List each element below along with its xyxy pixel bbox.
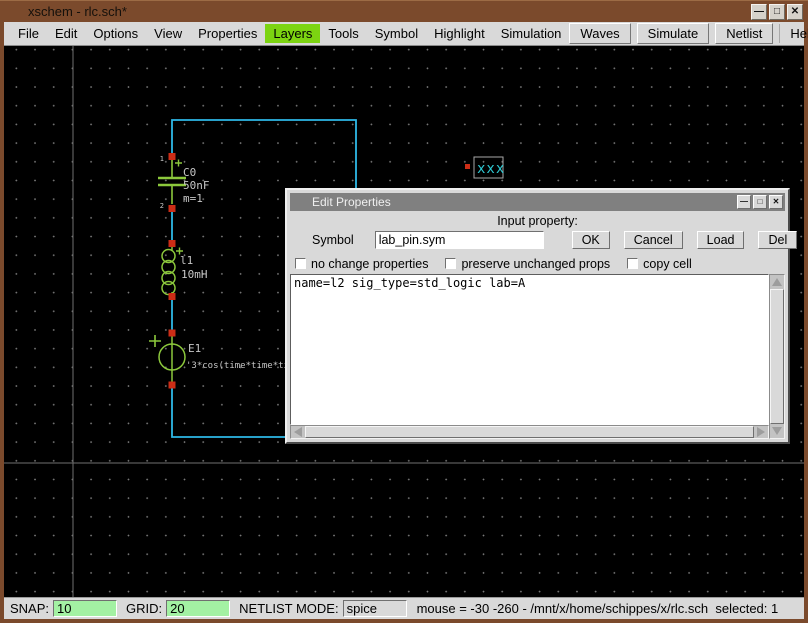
snap-label: SNAP:: [10, 601, 49, 616]
simulate-button[interactable]: Simulate: [637, 23, 710, 44]
component-source[interactable]: E1 '3*cos(time*time*time*: [149, 330, 305, 389]
net-label[interactable]: xxx: [465, 157, 505, 178]
window-title: xschem - rlc.sch*: [28, 4, 127, 19]
maximize-icon[interactable]: □: [769, 4, 785, 20]
inductor-name: l1: [180, 254, 193, 267]
grid-input[interactable]: [166, 600, 230, 617]
pin-number: 2: [160, 202, 164, 210]
vertical-scrollbar-thumb[interactable]: [770, 289, 784, 424]
dialog-close-icon[interactable]: ✕: [769, 195, 783, 209]
snap-input[interactable]: [53, 600, 117, 617]
pin-square[interactable]: [169, 153, 176, 160]
capacitor-name: C0: [183, 166, 196, 179]
property-textarea-frame: name=l2 sig_type=std_logic lab=A: [290, 274, 769, 425]
load-button[interactable]: Load: [697, 231, 745, 249]
symbol-label: Symbol: [312, 233, 354, 247]
vertical-scrollbar[interactable]: [769, 274, 785, 439]
close-icon[interactable]: ✕: [787, 4, 803, 20]
menu-highlight[interactable]: Highlight: [426, 24, 493, 43]
dialog-title: Edit Properties: [312, 195, 391, 209]
pin-square[interactable]: [169, 382, 176, 389]
scroll-up-icon[interactable]: [770, 275, 784, 289]
copy-cell-checkbox[interactable]: [627, 258, 638, 269]
menu-properties[interactable]: Properties: [190, 24, 265, 43]
net-label-text: xxx: [477, 161, 505, 177]
dialog-minimize-icon[interactable]: —: [737, 195, 751, 209]
scroll-right-icon[interactable]: [754, 426, 768, 438]
no-change-properties-label: no change properties: [311, 257, 428, 271]
preserve-unchanged-props-label: preserve unchanged props: [461, 257, 610, 271]
del-button[interactable]: Del: [758, 231, 797, 249]
horizontal-scrollbar[interactable]: [290, 425, 769, 439]
menu-edit[interactable]: Edit: [47, 24, 85, 43]
netlist-button[interactable]: Netlist: [715, 23, 773, 44]
menu-help[interactable]: Help: [779, 24, 808, 43]
wire-bottom[interactable]: [172, 388, 289, 437]
component-inductor[interactable]: l1 10mH: [162, 240, 208, 300]
dialog-maximize-icon[interactable]: □: [753, 195, 767, 209]
netlist-mode-label: NETLIST MODE:: [239, 601, 338, 616]
mouse-status-text: mouse = -30 -260 - /mnt/x/home/schippes/…: [417, 601, 779, 616]
property-textarea[interactable]: name=l2 sig_type=std_logic lab=A: [291, 275, 768, 424]
window-controls: — □ ✕: [751, 4, 803, 20]
copy-cell-label: copy cell: [643, 257, 692, 271]
grid-label: GRID:: [126, 601, 162, 616]
edit-properties-dialog: Edit Properties — □ ✕ Input property: Sy…: [285, 188, 790, 444]
menu-bar: File Edit Options View Properties Layers…: [4, 22, 804, 46]
menu-tools[interactable]: Tools: [320, 24, 366, 43]
input-property-label: Input property:: [290, 214, 785, 228]
pin-number: 1: [160, 155, 164, 163]
xschem-window: xschem - rlc.sch* — □ ✕ File Edit Option…: [0, 0, 808, 623]
preserve-unchanged-props-checkbox[interactable]: [445, 258, 456, 269]
plus-mark: [149, 335, 161, 347]
window-titlebar[interactable]: xschem - rlc.sch* — □ ✕: [0, 0, 808, 22]
property-text-region: name=l2 sig_type=std_logic lab=A: [290, 274, 785, 439]
pin-square[interactable]: [465, 164, 470, 169]
ok-button[interactable]: OK: [572, 231, 610, 249]
pin-square[interactable]: [169, 205, 176, 212]
dialog-titlebar[interactable]: Edit Properties — □ ✕: [290, 193, 785, 211]
menu-view[interactable]: View: [146, 24, 190, 43]
checkbox-row: no change properties preserve unchanged …: [290, 257, 785, 270]
cancel-button[interactable]: Cancel: [624, 231, 683, 249]
menu-symbol[interactable]: Symbol: [367, 24, 426, 43]
inductor-value: 10mH: [181, 268, 208, 281]
pin-square[interactable]: [169, 240, 176, 247]
horizontal-scrollbar-thumb[interactable]: [305, 426, 754, 438]
no-change-properties-checkbox[interactable]: [295, 258, 306, 269]
status-bar: SNAP: GRID: NETLIST MODE: mouse = -30 -2…: [4, 597, 804, 619]
source-name: E1: [188, 342, 201, 355]
menu-simulation[interactable]: Simulation: [493, 24, 570, 43]
menu-file[interactable]: File: [10, 24, 47, 43]
capacitor-attr: m=1: [183, 192, 203, 205]
plus-mark: [175, 160, 182, 167]
scroll-down-icon[interactable]: [770, 424, 784, 438]
pin-square[interactable]: [169, 330, 176, 337]
symbol-input[interactable]: [375, 231, 544, 249]
netlist-mode-input[interactable]: [343, 600, 407, 617]
pin-square[interactable]: [169, 293, 176, 300]
dialog-controls: — □ ✕: [737, 195, 783, 209]
scroll-left-icon[interactable]: [291, 426, 305, 438]
menu-options[interactable]: Options: [85, 24, 146, 43]
capacitor-value: 50nF: [183, 179, 210, 192]
symbol-row: Symbol OK Cancel Load Del: [290, 230, 785, 250]
component-capacitor[interactable]: 1 2 C0 50nF m=1: [158, 153, 210, 212]
minimize-icon[interactable]: —: [751, 4, 767, 20]
menu-layers[interactable]: Layers: [265, 24, 320, 43]
waves-button[interactable]: Waves: [569, 23, 630, 44]
